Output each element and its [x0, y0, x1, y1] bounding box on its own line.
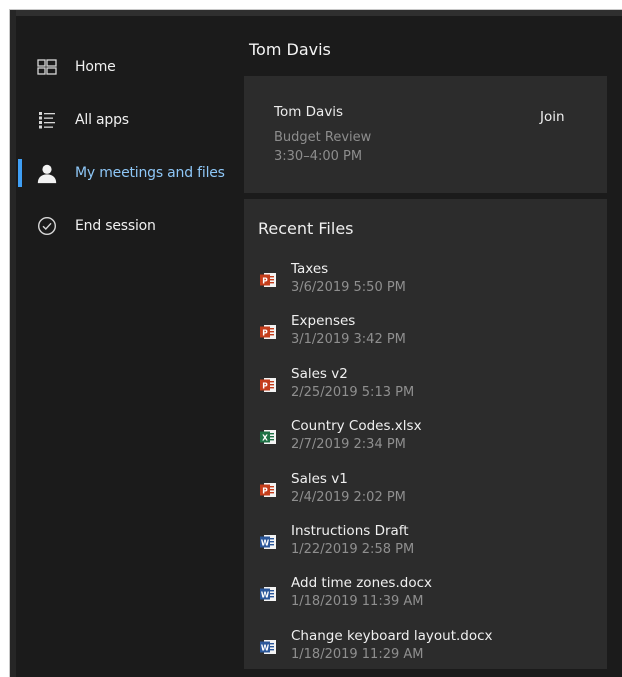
excel-file-icon: X — [259, 428, 277, 446]
page-title: Tom Davis — [249, 40, 331, 59]
sidebar-item-label: End session — [75, 217, 156, 234]
svg-text:P: P — [262, 329, 268, 338]
file-name: Change keyboard layout.docx — [291, 627, 493, 644]
meeting-organizer: Tom Davis — [274, 104, 344, 120]
sidebar-item-my-meetings-and-files[interactable]: My meetings and files — [16, 146, 241, 199]
svg-text:W: W — [261, 538, 270, 547]
file-row[interactable]: W Instructions Draft 1/22/2019 2:58 PM — [244, 523, 607, 575]
all-apps-list-icon — [36, 109, 58, 131]
file-name: Instructions Draft — [291, 522, 409, 539]
powerpoint-file-icon: P — [259, 376, 277, 394]
word-file-icon: W — [259, 585, 277, 603]
powerpoint-file-icon: P — [259, 323, 277, 341]
sidebar-item-end-session[interactable]: End session — [16, 199, 241, 252]
file-date: 2/7/2019 2:34 PM — [291, 437, 406, 453]
meeting-subject: Budget Review — [274, 130, 372, 145]
checkmark-circle-icon — [36, 215, 58, 237]
svg-text:W: W — [261, 591, 270, 600]
join-button[interactable]: Join — [540, 109, 565, 125]
file-row[interactable]: X Country Codes.xlsx 2/7/2019 2:34 PM — [244, 418, 607, 470]
svg-text:X: X — [262, 433, 268, 442]
powerpoint-file-icon: P — [259, 481, 277, 499]
file-row[interactable]: P Expenses 3/1/2019 3:42 PM — [244, 313, 607, 365]
file-name: Country Codes.xlsx — [291, 418, 422, 435]
home-dashboard-icon — [36, 56, 58, 78]
sidebar-item-home[interactable]: Home — [16, 40, 241, 93]
meeting-card: Tom Davis Budget Review 3:30–4:00 PM Joi… — [244, 76, 607, 193]
file-date: 1/18/2019 11:29 AM — [291, 646, 424, 662]
recent-files-panel[interactable]: Recent Files P Taxes 3/6/2019 5:50 PM P Expe… — [244, 199, 607, 669]
sidebar: Home All apps My meetings and files End … — [16, 40, 241, 252]
file-name: Expenses — [291, 313, 356, 330]
sidebar-item-label: All apps — [75, 111, 129, 128]
file-name: Taxes — [291, 261, 329, 277]
active-indicator — [18, 159, 22, 187]
person-icon — [36, 162, 58, 184]
recent-files-title: Recent Files — [258, 219, 354, 238]
file-date: 3/6/2019 5:50 PM — [291, 280, 406, 295]
sidebar-item-all-apps[interactable]: All apps — [16, 93, 241, 146]
word-file-icon: W — [259, 533, 277, 551]
main-content: Tom Davis Tom Davis Budget Review 3:30–4… — [244, 10, 622, 677]
word-file-icon: W — [259, 638, 277, 656]
file-row[interactable]: P Taxes 3/6/2019 5:50 PM — [244, 261, 607, 313]
sidebar-item-label: Home — [75, 58, 116, 75]
file-row[interactable]: W Change keyboard layout.docx 1/18/2019 11… — [244, 628, 607, 669]
file-row[interactable]: W Add time zones.docx 1/18/2019 11:39 AM — [244, 575, 607, 627]
powerpoint-file-icon: P — [259, 271, 277, 289]
sidebar-item-label: My meetings and files — [75, 164, 225, 181]
file-name: Sales v1 — [291, 470, 348, 487]
svg-text:W: W — [261, 643, 270, 652]
meeting-time: 3:30–4:00 PM — [274, 149, 363, 164]
file-row[interactable]: P Sales v2 2/25/2019 5:13 PM — [244, 366, 607, 418]
file-name: Add time zones.docx — [291, 575, 432, 592]
svg-text:P: P — [262, 276, 268, 285]
file-date: 3/1/2019 3:42 PM — [291, 332, 406, 348]
file-date: 2/25/2019 5:13 PM — [291, 384, 415, 400]
file-date: 1/22/2019 2:58 PM — [291, 541, 415, 557]
app-window: Home All apps My meetings and files End … — [10, 10, 622, 677]
svg-text:P: P — [262, 381, 268, 390]
file-row[interactable]: P Sales v1 2/4/2019 2:02 PM — [244, 471, 607, 523]
file-name: Sales v2 — [291, 365, 348, 382]
file-date: 2/4/2019 2:02 PM — [291, 489, 406, 505]
file-date: 1/18/2019 11:39 AM — [291, 594, 424, 610]
recent-files-list: P Taxes 3/6/2019 5:50 PM P Expenses 3/1/2019 … — [244, 261, 607, 669]
svg-text:P: P — [262, 486, 268, 495]
